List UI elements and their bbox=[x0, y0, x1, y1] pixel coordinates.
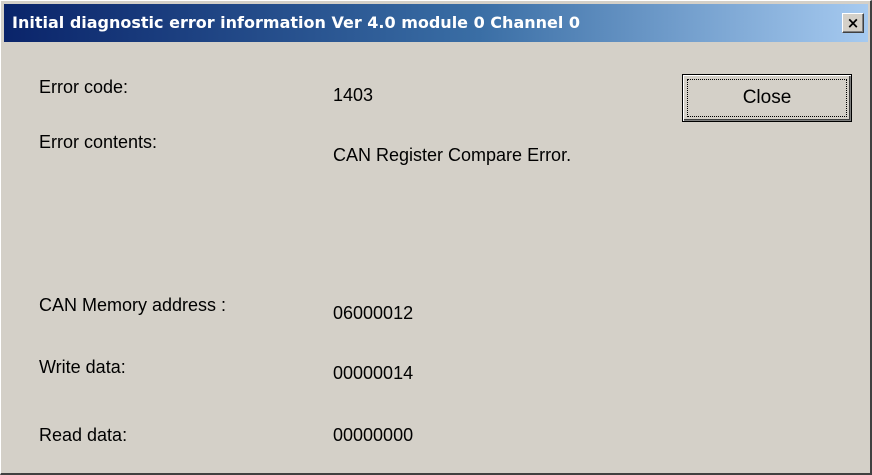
memory-address-value: 06000012 bbox=[333, 303, 414, 323]
close-icon[interactable]: × bbox=[842, 13, 864, 33]
error-code-value: 1403 bbox=[333, 85, 374, 105]
diagnostic-dialog: Initial diagnostic error information Ver… bbox=[0, 0, 872, 475]
error-code-label: Error code: bbox=[39, 77, 129, 97]
close-button-label: Close bbox=[742, 87, 792, 108]
write-data-label: Write data: bbox=[39, 357, 126, 377]
title-bar[interactable]: Initial diagnostic error information Ver… bbox=[4, 4, 868, 42]
close-button[interactable]: Close bbox=[682, 74, 852, 122]
error-contents-value: CAN Register Compare Error. bbox=[333, 145, 572, 165]
read-data-label: Read data: bbox=[39, 425, 128, 445]
error-contents-label: Error contents: bbox=[39, 132, 158, 152]
write-data-value: 00000014 bbox=[333, 363, 414, 383]
window-title: Initial diagnostic error information Ver… bbox=[12, 13, 581, 32]
read-data-value: 00000000 bbox=[333, 425, 414, 445]
memory-address-label: CAN Memory address : bbox=[39, 295, 227, 315]
